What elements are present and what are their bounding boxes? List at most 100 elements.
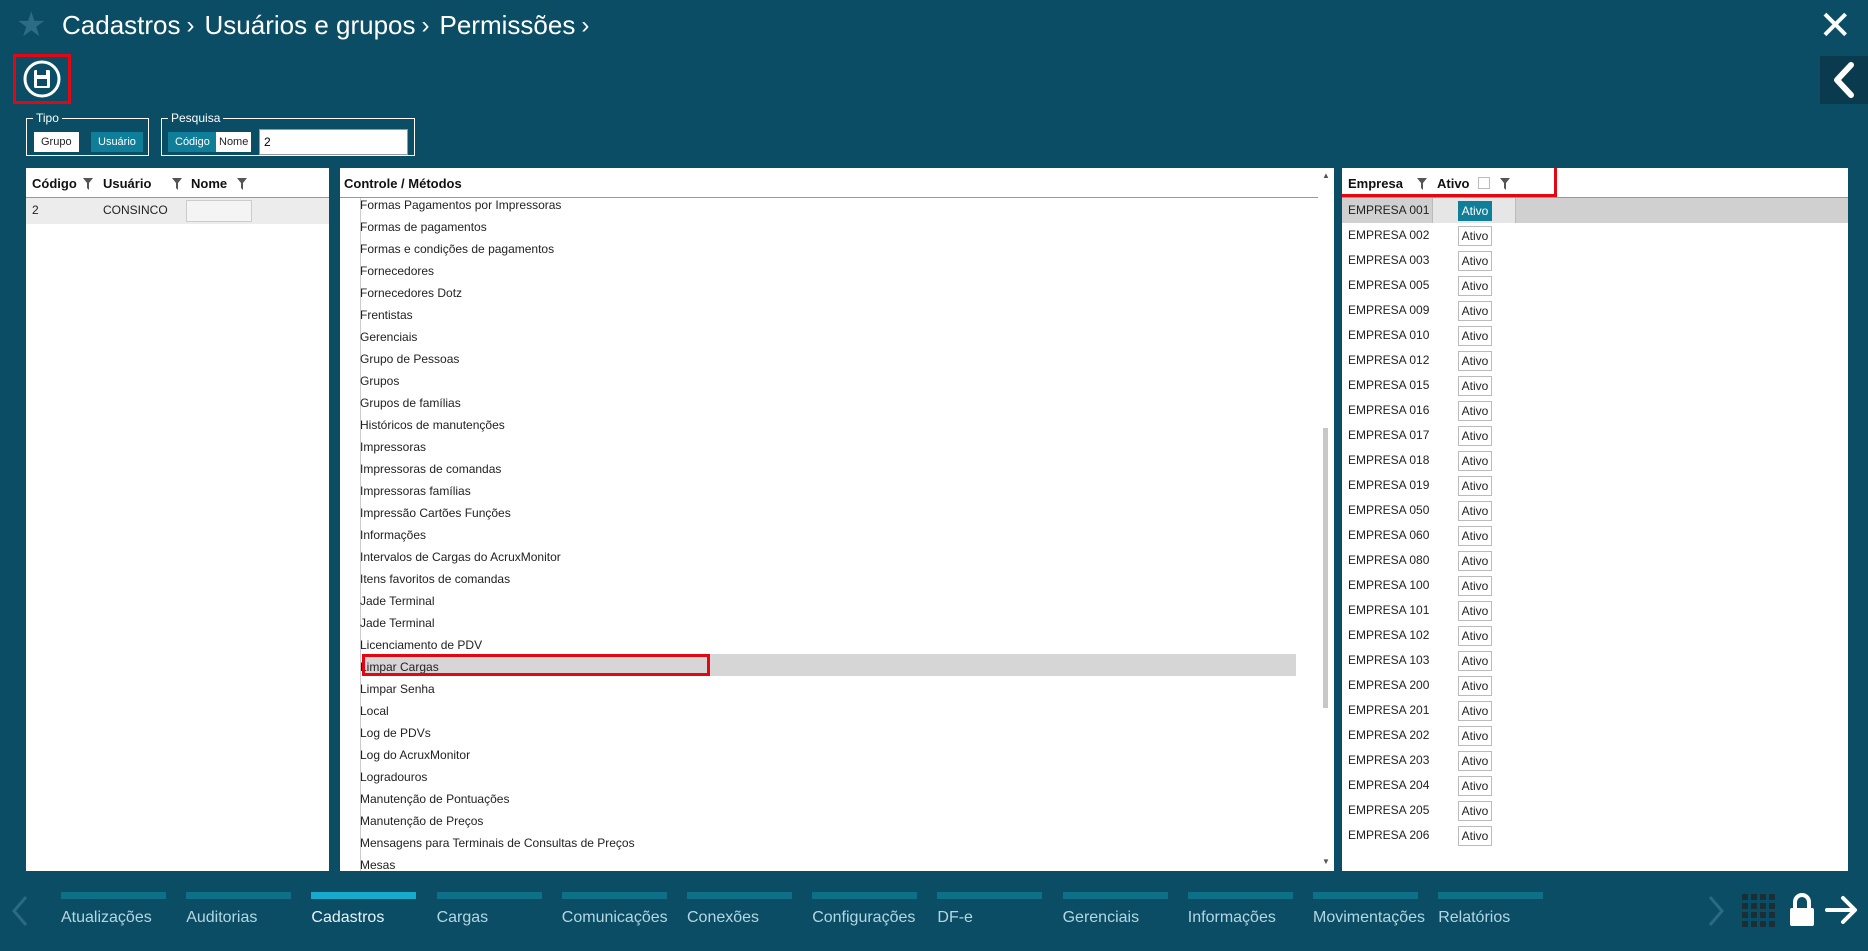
method-item-fornecedores[interactable]: Fornecedores <box>360 260 434 282</box>
method-item-frentistas[interactable]: Frentistas <box>360 304 413 326</box>
ativo-toggle[interactable]: Ativo <box>1458 576 1492 596</box>
favorite-star-icon[interactable]: ★ <box>16 8 46 42</box>
method-item-intervalos-de-cargas-do-acruxmonitor[interactable]: Intervalos de Cargas do AcruxMonitor <box>360 546 561 568</box>
scroll-thumb[interactable] <box>1323 428 1328 708</box>
table-row[interactable]: EMPRESA 001 Ativo <box>1342 198 1848 223</box>
search-input[interactable] <box>259 129 408 155</box>
method-item-logradouros[interactable]: Logradouros <box>360 766 427 788</box>
table-row[interactable]: EMPRESA 016 Ativo <box>1342 398 1848 423</box>
table-row[interactable]: EMPRESA 100 Ativo <box>1342 573 1848 598</box>
table-row[interactable]: EMPRESA 015 Ativo <box>1342 373 1848 398</box>
ativo-toggle[interactable]: Ativo <box>1458 501 1492 521</box>
table-row[interactable]: 2 CONSINCO <box>26 198 329 224</box>
method-item-jade-terminal[interactable]: Jade Terminal <box>360 612 434 634</box>
ativo-toggle[interactable]: Ativo <box>1458 476 1492 496</box>
column-header-codigo[interactable]: Código <box>32 168 77 198</box>
ativo-toggle[interactable]: Ativo <box>1458 801 1492 821</box>
method-item-impressoras-de-comandas[interactable]: Impressoras de comandas <box>360 458 501 480</box>
table-row[interactable]: EMPRESA 019 Ativo <box>1342 473 1848 498</box>
pesquisa-codigo-button[interactable]: Código <box>168 132 217 152</box>
tipo-usuario-button[interactable]: Usuário <box>91 132 143 152</box>
table-row[interactable]: EMPRESA 203 Ativo <box>1342 748 1848 773</box>
nav-item-conexoes[interactable]: Conexões <box>687 892 792 927</box>
vertical-scrollbar[interactable]: ▲ ▼ <box>1318 168 1334 871</box>
ativo-toggle[interactable]: Ativo <box>1458 651 1492 671</box>
scroll-up-icon[interactable]: ▲ <box>1322 171 1330 180</box>
save-button[interactable] <box>13 54 71 104</box>
table-row[interactable]: EMPRESA 102 Ativo <box>1342 623 1848 648</box>
filter-icon[interactable] <box>83 178 93 190</box>
method-item-mesas[interactable]: Mesas <box>360 854 395 871</box>
method-item-fornecedores-dotz[interactable]: Fornecedores Dotz <box>360 282 462 304</box>
ativo-toggle[interactable]: Ativo <box>1458 826 1492 846</box>
back-button[interactable] <box>1820 56 1868 104</box>
ativo-toggle[interactable]: Ativo <box>1458 551 1492 571</box>
method-item-formas-pagamentos-por-impressoras[interactable]: Formas Pagamentos por Impressoras <box>360 194 561 216</box>
ativo-toggle[interactable]: Ativo <box>1458 726 1492 746</box>
column-header-nome[interactable]: Nome <box>191 168 227 198</box>
table-row[interactable]: EMPRESA 080 Ativo <box>1342 548 1848 573</box>
breadcrumb-item-usuarios-grupos[interactable]: Usuários e grupos › <box>205 10 440 41</box>
ativo-toggle[interactable]: Ativo <box>1458 226 1492 246</box>
nav-item-informacoes[interactable]: Informações <box>1187 892 1293 927</box>
breadcrumb-item-permissoes[interactable]: Permissões › <box>440 10 600 41</box>
table-row[interactable]: EMPRESA 018 Ativo <box>1342 448 1848 473</box>
nav-item-movimentacoes[interactable]: Movimentações <box>1313 892 1425 927</box>
method-item-grupo-de-pessoas[interactable]: Grupo de Pessoas <box>360 348 459 370</box>
chevron-right-icon[interactable] <box>1706 894 1726 928</box>
table-row[interactable]: EMPRESA 103 Ativo <box>1342 648 1848 673</box>
table-row[interactable]: EMPRESA 010 Ativo <box>1342 323 1848 348</box>
method-item-local[interactable]: Local <box>360 700 389 722</box>
method-item-informacoes[interactable]: Informações <box>360 524 426 546</box>
method-item-grupos-de-familias[interactable]: Grupos de famílias <box>360 392 461 414</box>
column-header-usuario[interactable]: Usuário <box>103 168 151 198</box>
grid-apps-icon[interactable] <box>1742 894 1776 928</box>
ativo-toggle[interactable]: Ativo <box>1458 701 1492 721</box>
table-row[interactable]: EMPRESA 202 Ativo <box>1342 723 1848 748</box>
method-item-log-do-acruxmonitor[interactable]: Log do AcruxMonitor <box>360 744 470 766</box>
ativo-toggle[interactable]: Ativo <box>1458 601 1492 621</box>
method-item-manutencao-de-precos[interactable]: Manutenção de Preços <box>360 810 483 832</box>
ativo-toggle[interactable]: Ativo <box>1458 626 1492 646</box>
method-item-licenciamento-de-pdv[interactable]: Licenciamento de PDV <box>360 634 482 656</box>
method-item-impressao-cartoes-funcoes[interactable]: Impressão Cartões Funções <box>360 502 511 524</box>
table-row[interactable]: EMPRESA 003 Ativo <box>1342 248 1848 273</box>
nav-item-configuracoes[interactable]: Configurações <box>812 892 918 927</box>
ativo-toggle[interactable]: Ativo <box>1458 426 1492 446</box>
method-item-grupos[interactable]: Grupos <box>360 370 399 392</box>
table-row[interactable]: EMPRESA 206 Ativo <box>1342 823 1848 848</box>
method-item-mensagens-para-terminais-de-consultas-de-precos[interactable]: Mensagens para Terminais de Consultas de… <box>360 832 635 854</box>
table-row[interactable]: EMPRESA 101 Ativo <box>1342 598 1848 623</box>
table-row[interactable]: EMPRESA 009 Ativo <box>1342 298 1848 323</box>
nav-item-cadastros[interactable]: Cadastros <box>311 892 417 927</box>
method-item-impressoras-familias[interactable]: Impressoras famílias <box>360 480 471 502</box>
table-row[interactable]: EMPRESA 060 Ativo <box>1342 523 1848 548</box>
scroll-down-icon[interactable]: ▼ <box>1322 857 1330 866</box>
chevron-left-icon[interactable] <box>10 894 30 928</box>
nav-item-auditorias[interactable]: Auditorias <box>186 892 292 927</box>
breadcrumb-item-cadastros[interactable]: Cadastros › <box>62 10 205 41</box>
ativo-toggle[interactable]: Ativo <box>1458 276 1492 296</box>
table-row[interactable]: EMPRESA 050 Ativo <box>1342 498 1848 523</box>
ativo-toggle[interactable]: Ativo <box>1458 676 1492 696</box>
ativo-toggle[interactable]: Ativo <box>1458 251 1492 271</box>
ativo-toggle[interactable]: Ativo <box>1458 776 1492 796</box>
table-row[interactable]: EMPRESA 002 Ativo <box>1342 223 1848 248</box>
table-row[interactable]: EMPRESA 200 Ativo <box>1342 673 1848 698</box>
ativo-toggle[interactable]: Ativo <box>1458 201 1492 221</box>
nav-item-comunicacoes[interactable]: Comunicações <box>561 892 668 927</box>
nav-item-gerenciais[interactable]: Gerenciais <box>1062 892 1168 927</box>
tipo-grupo-button[interactable]: Grupo <box>34 132 79 152</box>
method-item-jade-terminal[interactable]: Jade Terminal <box>360 590 434 612</box>
ativo-toggle[interactable]: Ativo <box>1458 301 1492 321</box>
ativo-toggle[interactable]: Ativo <box>1458 326 1492 346</box>
method-item-impressoras[interactable]: Impressoras <box>360 436 426 458</box>
method-item-gerenciais[interactable]: Gerenciais <box>360 326 417 348</box>
nav-item-atualizacoes[interactable]: Atualizações <box>61 892 166 927</box>
lock-icon[interactable] <box>1788 892 1816 928</box>
pesquisa-nome-button[interactable]: Nome <box>216 132 252 152</box>
table-row[interactable]: EMPRESA 201 Ativo <box>1342 698 1848 723</box>
ativo-toggle[interactable]: Ativo <box>1458 376 1492 396</box>
filter-icon[interactable] <box>237 178 247 190</box>
ativo-toggle[interactable]: Ativo <box>1458 351 1492 371</box>
